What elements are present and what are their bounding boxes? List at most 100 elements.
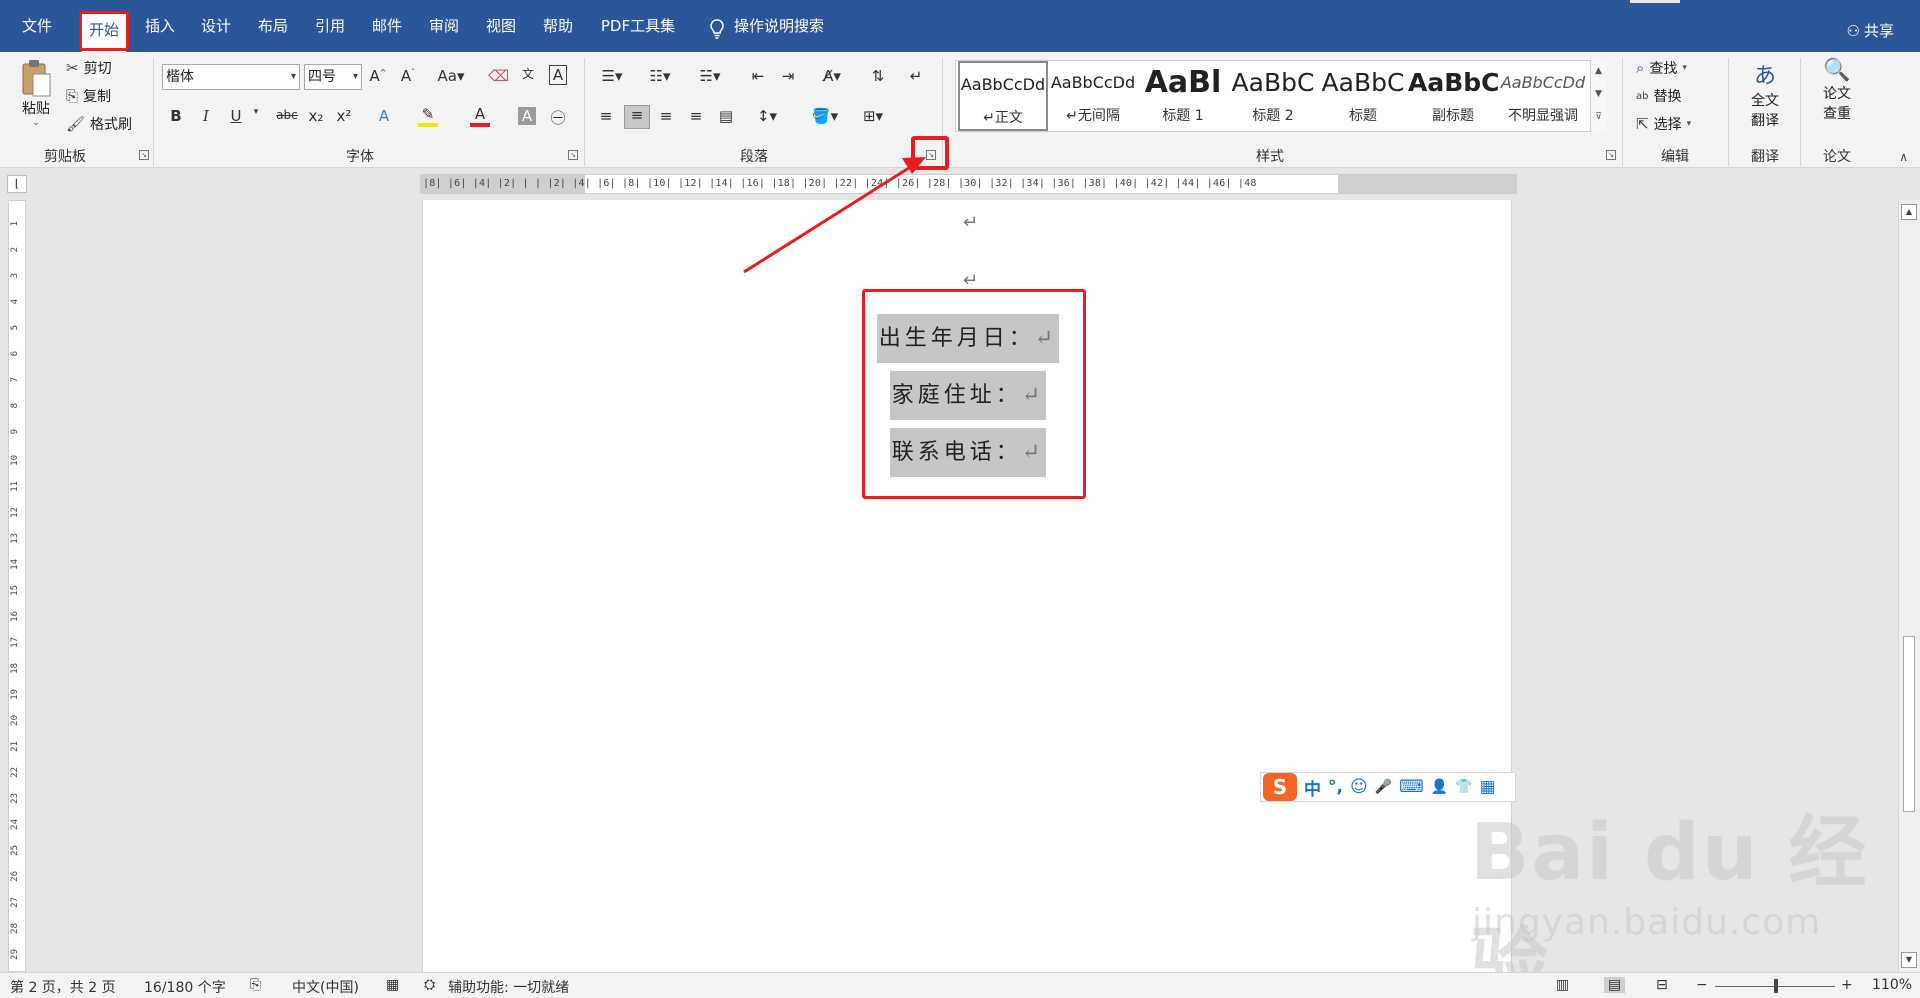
bullets-icon[interactable]: ☰▾ [596,67,628,85]
ime-punctuation-icon[interactable]: °, [1328,777,1343,797]
underline-button[interactable]: U [226,107,246,125]
paste-button[interactable]: 粘贴 ⌄ [14,58,58,128]
align-right-icon[interactable]: ≡ [656,107,676,125]
sort-icon[interactable]: ⇅ [868,67,888,85]
style-normal[interactable]: AaBbCcDd ↵正文 [958,61,1048,131]
increase-indent-icon[interactable]: ⇥ [778,67,798,85]
show-marks-icon[interactable]: ↵ [906,67,926,85]
clipboard-dialog-launcher[interactable]: ↘ [139,150,149,160]
shading-icon[interactable]: 🪣▾ [808,107,842,125]
chevron-down-icon[interactable]: ▾ [246,107,266,117]
chevron-down-icon[interactable]: ▼ [1591,83,1606,106]
ime-toolbar[interactable]: S 中 °, ☺ 🎤 ⌨ 👤 👕 ▦ [1260,772,1516,802]
style-no-spacing[interactable]: AaBbCcDd ↵无间隔 [1048,61,1138,131]
accessibility-status[interactable]: 辅助功能: 一切就绪 [448,977,569,997]
find-button[interactable]: ⌕ 查找 ▾ [1636,58,1687,78]
tab-review[interactable]: 审阅 [424,14,464,38]
asian-layout-icon[interactable]: A̸▾ [816,67,848,85]
bold-button[interactable]: B [166,107,186,125]
zoom-out-icon[interactable]: − [1696,977,1708,993]
scroll-up-icon[interactable]: ▲ [1901,204,1917,220]
enclose-characters-icon[interactable]: ㊀ [548,107,568,128]
grow-font-icon[interactable]: A^ [368,67,388,85]
style-subtitle[interactable]: AaBbC 副标题 [1408,61,1498,131]
tab-help[interactable]: 帮助 [538,14,578,38]
copy-button[interactable]: ⎘ 复制 [66,86,111,106]
share-button[interactable]: ⚇ 共享 [1847,20,1894,41]
accessibility-icon[interactable]: ⛭ [424,977,435,993]
web-layout-icon[interactable]: ⊟ [1656,977,1668,993]
ime-skin-icon[interactable]: 👕 [1455,779,1472,795]
character-border-icon[interactable]: A [549,65,567,85]
highlight-color-icon[interactable]: ✎ [418,105,438,127]
shrink-font-icon[interactable]: Aˇ [398,67,418,85]
proofing-icon[interactable]: ⎘ [250,977,261,993]
styles-dialog-launcher[interactable]: ↘ [1606,150,1616,160]
style-heading-1[interactable]: AaBl 标题 1 [1138,61,1228,131]
sogou-logo-icon[interactable]: S [1263,773,1297,801]
word-count[interactable]: 16/180 个字 [144,977,226,997]
character-shading-icon[interactable]: A [518,107,536,125]
paper-check-button[interactable]: 🔍 论文 查重 [1812,58,1862,123]
decrease-indent-icon[interactable]: ⇤ [748,67,768,85]
zoom-level[interactable]: 110% [1872,977,1912,993]
translate-document-button[interactable]: あ 全文 翻译 [1740,58,1790,130]
scrollbar-thumb[interactable] [1903,636,1915,812]
style-title[interactable]: AaBbC 标题 [1318,61,1408,131]
collapse-ribbon-icon[interactable]: ∧ [1899,150,1908,164]
font-color-button[interactable]: A [470,105,490,127]
horizontal-ruler[interactable]: |8| |6| |4| |2| | | |2| |4| |6| |8| |10|… [420,174,1517,194]
align-left-icon[interactable]: ≡ [596,107,616,125]
tab-pdf-tools[interactable]: PDF工具集 [596,14,680,38]
line-spacing-icon[interactable]: ↕▾ [752,107,782,125]
cut-button[interactable]: ✂ 剪切 [66,58,112,78]
scroll-down-icon[interactable]: ▼ [1901,952,1917,968]
superscript-button[interactable]: x² [334,107,354,125]
multilevel-list-icon[interactable]: ☵▾ [694,67,726,85]
ime-toolbox-icon[interactable]: ▦ [1480,777,1496,797]
zoom-slider-thumb[interactable] [1774,979,1778,993]
distributed-icon[interactable]: ▤ [716,107,736,125]
font-dialog-launcher[interactable]: ↘ [568,150,578,160]
borders-icon[interactable]: ⊞▾ [856,107,890,125]
ime-emoji-icon[interactable]: ☺ [1350,777,1368,797]
ime-voice-icon[interactable]: 🎤 [1375,779,1392,795]
chevron-up-icon[interactable]: ▲ [1591,60,1606,83]
select-button[interactable]: ⇱ 选择 ▾ [1636,114,1691,134]
tab-view[interactable]: 视图 [481,14,521,38]
macro-icon[interactable]: ▦ [386,977,399,993]
page-count[interactable]: 第 2 页，共 2 页 [10,977,116,997]
font-name-combo[interactable]: 楷体 ▾ [162,64,300,90]
ime-keyboard-icon[interactable]: ⌨ [1399,777,1424,797]
vertical-ruler[interactable]: 1 2 3 4 5 6 7 8 9 10 11 12 13 14 15 16 17 18 19 20 21 22 23 24 2… [8,200,26,972]
ime-user-icon[interactable]: 👤 [1431,779,1448,795]
align-center-icon[interactable]: ≡ [624,105,650,129]
style-subtle-emphasis[interactable]: AaBbCcDd 不明显强调 [1498,61,1588,131]
styles-gallery-scroll[interactable]: ▲ ▼ ⊽ [1590,60,1606,132]
tab-references[interactable]: 引用 [310,14,350,38]
change-case-icon[interactable]: Aa▾ [434,67,468,85]
tell-me-search[interactable]: 操作说明搜索 [734,14,834,38]
text-effects-icon[interactable]: A [374,107,394,125]
justify-icon[interactable]: ≡ [686,107,706,125]
tab-layout[interactable]: 布局 [253,14,293,38]
font-size-combo[interactable]: 四号 ▾ [304,64,362,90]
tab-insert[interactable]: 插入 [140,14,180,38]
tab-file[interactable]: 文件 [14,14,60,38]
subscript-button[interactable]: x₂ [306,107,326,125]
replace-button[interactable]: ab 替换 [1636,86,1681,106]
tab-stop-selector[interactable]: ⌊ [7,175,27,193]
print-layout-icon[interactable]: ▤ [1604,977,1626,993]
language-indicator[interactable]: 中文(中国) [292,977,359,997]
tab-mailings[interactable]: 邮件 [367,14,407,38]
clear-formatting-icon[interactable]: ⌫ [488,67,509,85]
style-heading-2[interactable]: AaBbC 标题 2 [1228,61,1318,131]
more-icon[interactable]: ⊽ [1591,106,1606,129]
numbering-icon[interactable]: ☷▾ [644,67,676,85]
ime-chinese-mode[interactable]: 中 [1304,775,1321,800]
read-mode-icon[interactable]: ▥ [1556,977,1569,993]
italic-button[interactable]: I [196,107,216,125]
tab-design[interactable]: 设计 [196,14,236,38]
zoom-in-icon[interactable]: + [1841,977,1853,993]
strikethrough-button[interactable]: abc [272,108,302,122]
